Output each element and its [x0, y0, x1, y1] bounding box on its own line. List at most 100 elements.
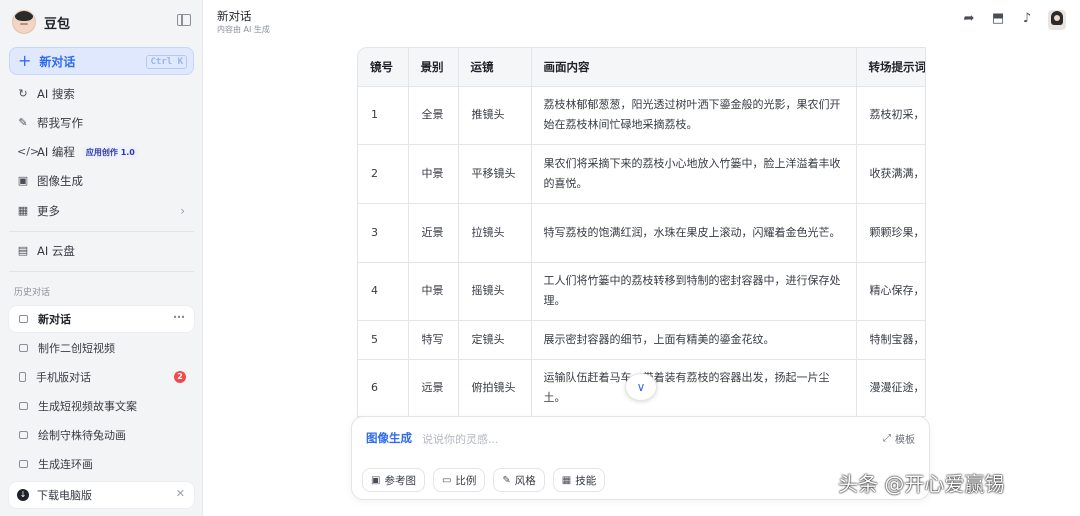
table-cell: 荔枝初采， [856, 86, 925, 145]
brand[interactable]: 豆包 [12, 9, 70, 35]
unread-badge: 2 [174, 371, 186, 383]
history-item[interactable]: 绘制守株待兔动画 [9, 422, 194, 448]
history-item[interactable]: 手机版对话 2 [9, 364, 194, 390]
table-header-row: 镜号 景别 运镜 画面内容 转场提示词 [358, 48, 925, 87]
history-item-label: 绘制守株待兔动画 [38, 429, 126, 442]
composer-tools: ▣ 参考图 ▭ 比例 ✎ 风格 ▦ 技能 [362, 468, 606, 492]
column-header: 镜号 [358, 48, 409, 87]
history-item[interactable]: 生成连环画 [9, 451, 194, 477]
mode-label[interactable]: 图像生成 [366, 430, 412, 446]
table-row: 4 中景 摇镜头 工人们将竹篓中的荔枝转移到特制的密封容器中，进行保存处理。 精… [358, 262, 925, 321]
brand-name: 豆包 [44, 16, 71, 32]
chevron-right-icon: › [180, 204, 185, 218]
grid-icon: ▦ [561, 474, 572, 486]
template-label: 模板 [895, 435, 915, 446]
skills-button[interactable]: ▦ 技能 [552, 468, 606, 492]
table-cell: 3 [358, 203, 409, 263]
divider [9, 231, 194, 232]
table-row: 5 特写 定镜头 展示密封容器的细节，上面有精美的鎏金花纹。 特制宝器， [358, 320, 925, 360]
tool-label: 参考图 [384, 474, 416, 487]
sidebar-item-more[interactable]: ▦ 更多 › [9, 198, 194, 224]
download-desktop-button[interactable]: ↓ 下载电脑版 ✕ [9, 482, 194, 508]
divider [9, 271, 194, 272]
prompt-input[interactable]: 说说你的灵感... [422, 431, 499, 447]
table-cell: 展示密封容器的细节，上面有精美的鎏金花纹。 [531, 320, 857, 360]
table-cell: 运输队伍赶着马车，带着装有荔枝的容器出发，扬起一片尘土。 [531, 359, 857, 416]
table-cell: 荔枝林郁郁葱葱，阳光透过树叶洒下鎏金般的光影，果农们开始在荔枝林间忙碌地采摘荔枝… [531, 86, 857, 145]
bell-icon[interactable]: ♪ [1019, 11, 1035, 27]
style-button[interactable]: ✎ 风格 [493, 468, 545, 492]
table-cell: 1 [358, 86, 409, 145]
history-item[interactable]: 制作二创短视频 [9, 335, 194, 361]
table-cell: 精心保存， [856, 262, 925, 321]
image-icon: ▣ [371, 474, 381, 486]
history-item-label: 新对话 [38, 313, 71, 326]
table-cell: 颗颗珍果， [856, 203, 925, 263]
sidebar-item-ai-coding[interactable]: </> AI 编程 应用创作 1.0 [9, 139, 194, 165]
sidebar-item-cloud[interactable]: ▤ AI 云盘 [9, 238, 194, 264]
search-icon: ↻ [18, 87, 28, 100]
sidebar-item-label: 图像生成 [37, 174, 83, 188]
new-chat-button[interactable]: + 新对话 Ctrl K [9, 47, 194, 75]
brand-avatar [12, 10, 36, 34]
storyboard-table: 镜号 景别 运镜 画面内容 转场提示词 1 全景 推镜头 荔枝林郁郁葱葱，阳光透… [357, 47, 926, 417]
history-item-label: 生成连环画 [38, 458, 93, 471]
table-cell: 2 [358, 144, 409, 204]
table-cell: 收获满满， [856, 144, 925, 204]
expand-icon: ⤢ [883, 433, 891, 444]
plus-icon: + [18, 51, 32, 70]
table-cell: 摇镜头 [458, 262, 532, 321]
sidebar-item-writing[interactable]: ✎ 帮我写作 [9, 110, 194, 136]
table-cell: 近景 [408, 203, 459, 263]
sidebar-item-ai-search[interactable]: ↻ AI 搜索 [9, 81, 194, 107]
table-cell: 特写荔枝的饱满红润，水珠在果皮上滚动，闪耀着金色光芒。 [531, 203, 857, 263]
history-item-label: 生成短视频故事文案 [38, 400, 137, 413]
image-icon: ▣ [17, 174, 29, 187]
chat-icon [19, 315, 28, 323]
table-cell: 漫漫征途， [856, 359, 925, 416]
cloud-drive-icon: ▤ [17, 244, 29, 257]
sidebar-item-label: 更多 [37, 204, 60, 218]
chat-icon [19, 344, 28, 352]
tool-label: 技能 [575, 474, 597, 487]
history-item[interactable]: 新对话 ⋯ [9, 306, 194, 332]
table-cell: 中景 [408, 144, 459, 204]
code-icon: </> [17, 145, 40, 158]
history-label: 历史对话 [14, 288, 51, 298]
table-cell: 6 [358, 359, 409, 416]
table-cell: 4 [358, 262, 409, 321]
reference-image-button[interactable]: ▣ 参考图 [362, 468, 425, 492]
aspect-ratio-button[interactable]: ▭ 比例 [432, 468, 486, 492]
chat-icon [19, 460, 28, 468]
pen-icon: ✎ [18, 116, 28, 129]
history-item[interactable]: 生成短视频故事文案 [9, 393, 194, 419]
tool-label: 比例 [455, 474, 477, 487]
share-icon[interactable]: ➦ [961, 11, 977, 27]
more-options-icon[interactable]: ⋯ [173, 310, 186, 324]
user-avatar[interactable] [1048, 10, 1066, 30]
sidebar-item-image-gen[interactable]: ▣ 图像生成 [9, 168, 194, 194]
page-title: 新对话 [217, 9, 252, 23]
table-cell: 推镜头 [458, 86, 532, 145]
download-label: 下载电脑版 [37, 489, 92, 502]
table-cell: 平移镜头 [458, 144, 532, 204]
sidebar-item-label: AI 搜索 [37, 87, 75, 101]
template-button[interactable]: ⤢ 模板 [883, 431, 915, 446]
history-item-label: 制作二创短视频 [38, 342, 115, 355]
table-cell: 特制宝器， [856, 320, 925, 360]
phone-icon [19, 372, 26, 382]
table-cell: 工人们将竹篓中的荔枝转移到特制的密封容器中，进行保存处理。 [531, 262, 857, 321]
table-cell: 俯拍镜头 [458, 359, 532, 416]
sidebar-toggle-icon[interactable] [177, 14, 191, 26]
close-icon[interactable]: ✕ [176, 487, 185, 500]
download-icon: ↓ [17, 489, 29, 501]
sidebar-item-label: AI 云盘 [37, 244, 75, 258]
brush-icon: ✎ [502, 474, 511, 486]
export-icon[interactable]: ⬒ [990, 11, 1006, 27]
app-creation-badge: 应用创作 1.0 [82, 145, 138, 159]
new-chat-label: 新对话 [39, 54, 76, 69]
table-cell: 全景 [408, 86, 459, 145]
table-cell: 果农们将采摘下来的荔枝小心地放入竹篓中，脸上洋溢着丰收的喜悦。 [531, 144, 857, 204]
scroll-down-button[interactable]: ∨ [625, 373, 657, 401]
chevron-down-icon: ∨ [636, 380, 646, 394]
